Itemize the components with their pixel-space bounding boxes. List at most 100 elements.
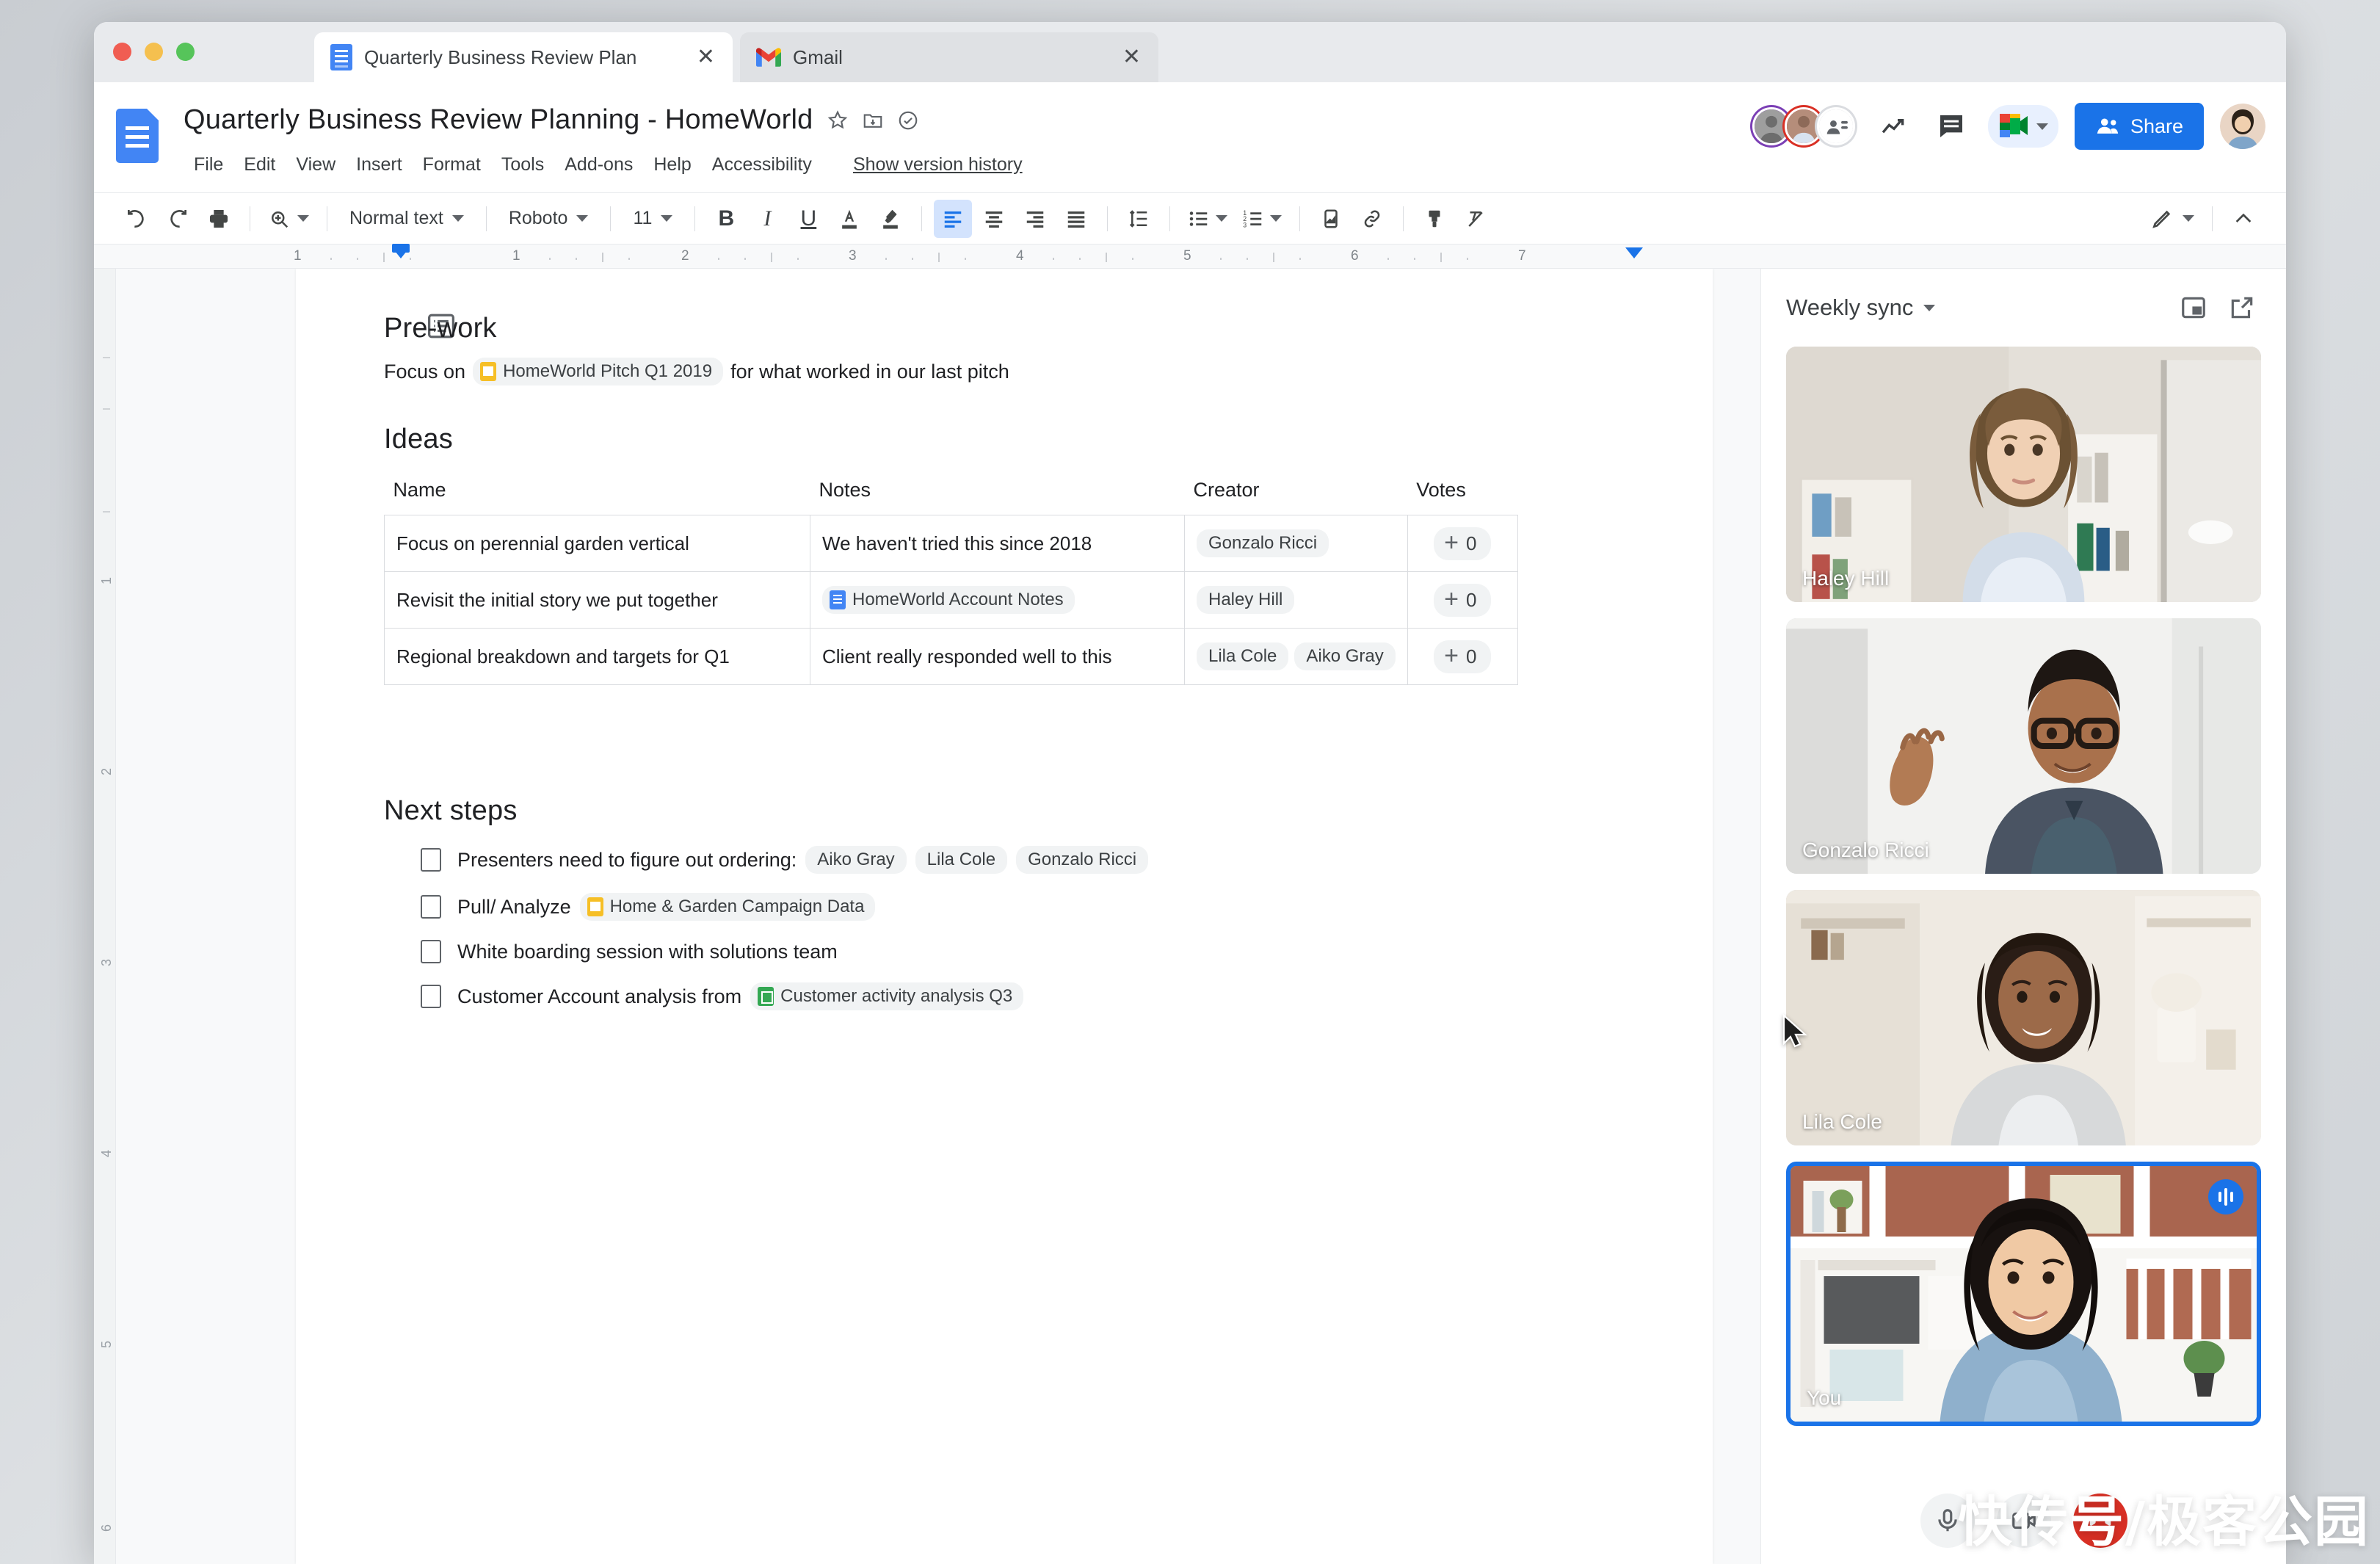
align-right-icon[interactable] [1016, 200, 1054, 238]
close-tab-icon[interactable]: ✕ [1118, 46, 1145, 68]
checklist-label: Presenters need to figure out ordering: [457, 848, 797, 871]
menu-view[interactable]: View [286, 150, 346, 180]
menu-file[interactable]: File [184, 150, 233, 180]
activity-dashboard-icon[interactable] [1873, 106, 1915, 147]
first-line-indent-marker[interactable] [392, 244, 410, 253]
checkbox-icon[interactable] [421, 895, 441, 919]
checklist-item[interactable]: Pull/ Analyze Home & Garden Campaign Dat… [421, 893, 1625, 921]
smart-chip-account-notes[interactable]: HomeWorld Account Notes [822, 586, 1075, 614]
collapse-chevron-icon[interactable] [2224, 200, 2263, 238]
pencil-icon[interactable] [2144, 200, 2200, 238]
minimize-window-button[interactable] [145, 43, 163, 61]
align-center-icon[interactable] [975, 200, 1013, 238]
menu-tools[interactable]: Tools [491, 150, 554, 180]
clear-formatting-icon[interactable] [1456, 200, 1495, 238]
browser-tab-gmail[interactable]: Gmail ✕ [740, 32, 1158, 82]
right-indent-marker[interactable] [1625, 247, 1643, 258]
page-title[interactable]: Quarterly Business Review Planning - Hom… [184, 104, 813, 136]
plus-icon: + [1444, 529, 1459, 557]
document-page[interactable]: Pre-work Focus on HomeWorld Pitch Q1 201… [296, 269, 1713, 1564]
redo-icon[interactable] [159, 200, 197, 238]
person-chip[interactable]: Lila Cole [915, 846, 1008, 874]
checkbox-icon[interactable] [421, 985, 441, 1008]
chevron-down-icon[interactable] [1270, 215, 1282, 222]
picture-in-picture-icon[interactable] [2174, 289, 2213, 327]
cloud-saved-icon[interactable] [897, 109, 919, 131]
toolbar-divider [1107, 206, 1109, 231]
checklist-item[interactable]: Customer Account analysis from Customer … [421, 982, 1625, 1010]
zoom-icon[interactable] [262, 200, 315, 238]
document-body: 1 2 3 4 5 6 Pre-work Focus on HomeWorld … [94, 269, 2286, 1564]
person-chip[interactable]: Gonzalo Ricci [1197, 529, 1329, 557]
menu-help[interactable]: Help [643, 150, 701, 180]
bold-button[interactable]: B [707, 200, 745, 238]
participant-tile-you[interactable]: You [1786, 1162, 2261, 1426]
line-spacing-icon[interactable] [1120, 200, 1158, 238]
person-chip[interactable]: Haley Hill [1197, 586, 1295, 614]
participant-tile-lila-cole[interactable]: Lila Cole [1786, 890, 2261, 1145]
smart-chip-homeworld-pitch[interactable]: HomeWorld Pitch Q1 2019 [473, 358, 724, 385]
show-version-history-link[interactable]: Show version history [853, 154, 1023, 175]
checkbox-icon[interactable] [421, 848, 441, 872]
checkbox-icon[interactable] [421, 940, 441, 963]
comments-icon[interactable] [1931, 106, 1972, 147]
paint-format-icon[interactable] [1415, 200, 1454, 238]
vote-button[interactable]: + 0 [1434, 640, 1492, 673]
close-tab-icon[interactable]: ✕ [692, 46, 719, 68]
table-row[interactable]: Revisit the initial story we put togethe… [384, 571, 1518, 629]
undo-icon[interactable] [117, 200, 156, 238]
text-color-icon[interactable] [830, 200, 868, 238]
star-icon[interactable] [827, 109, 849, 131]
insert-link-icon[interactable] [1353, 200, 1391, 238]
meet-dropdown-caret[interactable] [2036, 123, 2048, 130]
chevron-down-icon[interactable] [1216, 215, 1228, 222]
cell-votes: + 0 [1408, 629, 1517, 684]
person-chip[interactable]: Gonzalo Ricci [1016, 846, 1149, 874]
font-size-dropdown[interactable]: 11 [623, 200, 683, 238]
horizontal-ruler[interactable]: 1 1 2 3 4 5 6 7 [94, 244, 2286, 269]
smart-chip-customer-activity[interactable]: Customer activity analysis Q3 [750, 982, 1024, 1010]
close-window-button[interactable] [113, 43, 131, 61]
align-justify-icon[interactable] [1057, 200, 1095, 238]
maximize-window-button[interactable] [176, 43, 195, 61]
highlight-color-icon[interactable] [871, 200, 910, 238]
vote-button[interactable]: + 0 [1434, 526, 1492, 560]
user-profile-avatar[interactable] [2220, 104, 2265, 149]
person-chip[interactable]: Lila Cole [1197, 642, 1289, 670]
share-button[interactable]: Share [2074, 103, 2204, 150]
numbered-list-icon[interactable]: 12 3 [1236, 200, 1288, 238]
table-row[interactable]: Regional breakdown and targets for Q1 Cl… [384, 628, 1518, 685]
font-size-value: 11 [633, 208, 653, 228]
zoom-caret-icon[interactable] [297, 215, 309, 222]
smart-chip-campaign-data[interactable]: Home & Garden Campaign Data [579, 893, 876, 921]
menu-format[interactable]: Format [413, 150, 491, 180]
browser-tab-docs[interactable]: Quarterly Business Review Plan ✕ [314, 32, 733, 82]
underline-button[interactable]: U [789, 200, 827, 238]
menu-accessibility[interactable]: Accessibility [702, 150, 822, 180]
open-in-new-icon[interactable] [2223, 289, 2261, 327]
vote-button[interactable]: + 0 [1434, 583, 1492, 617]
menu-edit[interactable]: Edit [233, 150, 286, 180]
menu-insert[interactable]: Insert [346, 150, 413, 180]
align-left-icon[interactable] [934, 199, 973, 238]
insert-image-icon[interactable] [1312, 200, 1350, 238]
menu-add-ons[interactable]: Add-ons [554, 150, 643, 180]
start-meet-button[interactable] [1987, 105, 2058, 148]
avatar-more-icon[interactable] [1814, 105, 1857, 148]
checklist-item[interactable]: White boarding session with solutions te… [421, 940, 1625, 963]
move-to-folder-icon[interactable] [862, 109, 884, 131]
table-row[interactable]: Focus on perennial garden vertical We ha… [384, 515, 1518, 572]
vote-count: 0 [1465, 588, 1477, 611]
checklist-item[interactable]: Presenters need to figure out ordering: … [421, 846, 1625, 874]
person-chip[interactable]: Aiko Gray [805, 846, 907, 874]
participant-tile-gonzalo-ricci[interactable]: Gonzalo Ricci [1786, 618, 2261, 874]
person-chip[interactable]: Aiko Gray [1294, 642, 1396, 670]
print-icon[interactable] [200, 200, 238, 238]
chevron-down-icon[interactable] [1923, 304, 1936, 311]
bulleted-list-icon[interactable] [1182, 200, 1233, 238]
participant-tile-haley-hill[interactable]: Haley Hill [1786, 347, 2261, 602]
font-family-dropdown[interactable]: Roboto [498, 200, 599, 238]
paragraph-style-dropdown[interactable]: Normal text [339, 200, 474, 238]
italic-button[interactable]: I [748, 200, 786, 238]
editing-mode-caret-icon[interactable] [2183, 215, 2194, 222]
